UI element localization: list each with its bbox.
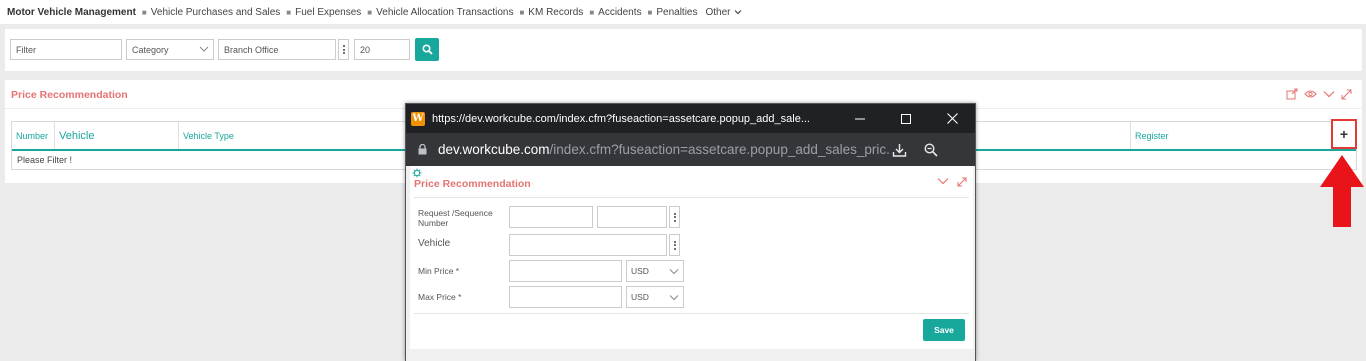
column-label: Vehicle Type <box>183 130 234 141</box>
popup-window: W https://dev.workcube.com/index.cfm?fus… <box>405 103 976 361</box>
workcube-logo: W <box>411 111 425 126</box>
form-title: Price Recommendation <box>414 178 531 190</box>
eye-icon[interactable] <box>1304 89 1317 99</box>
popup-address-bar: dev.workcube.com/index.cfm?fuseaction=as… <box>406 133 975 166</box>
max-price-label: Max Price * <box>418 292 462 302</box>
chevron-down-icon[interactable] <box>1323 90 1335 98</box>
popup-url[interactable]: dev.workcube.com/index.cfm?fuseaction=as… <box>438 142 890 157</box>
max-price-currency-select[interactable]: USD <box>626 286 684 308</box>
empty-message: Please Filter ! <box>17 155 73 165</box>
category-value: Category <box>132 44 169 55</box>
popup-window-title: https://dev.workcube.com/index.cfm?fusea… <box>432 112 810 125</box>
close-icon <box>946 113 958 124</box>
nav-item-penalties[interactable]: ■ Penalties <box>648 7 698 18</box>
branch-office-placeholder: Branch Office <box>224 44 279 55</box>
min-price-input[interactable] <box>509 260 622 282</box>
filter-panel: Filter Category Branch Office 20 <box>5 29 1362 71</box>
nav-item-accidents[interactable]: ■ Accidents <box>589 7 641 18</box>
nav-item-label: Fuel Expenses <box>295 6 362 18</box>
nav-item-label: Vehicle Allocation Transactions <box>376 6 514 18</box>
page-size-value: 20 <box>360 44 371 55</box>
popup-title-bar: W https://dev.workcube.com/index.cfm?fus… <box>406 104 975 133</box>
nav-item-label: KM Records <box>528 6 584 18</box>
chevron-down-icon <box>199 46 209 52</box>
column-label: Number <box>16 130 49 141</box>
nav-other-label: Other <box>705 6 731 18</box>
nav-item-label: Penalties <box>656 6 698 18</box>
search-icon <box>421 44 433 55</box>
expand-icon[interactable] <box>957 177 967 187</box>
column-number[interactable]: Number <box>12 122 54 149</box>
module-title[interactable]: Motor Vehicle Management <box>7 7 136 18</box>
vehicle-label: Vehicle <box>418 238 451 249</box>
top-nav: Motor Vehicle Management ■ Vehicle Purcha… <box>0 0 1366 24</box>
download-icon[interactable] <box>892 143 907 157</box>
column-vehicle-type[interactable]: Vehicle Type <box>178 122 408 149</box>
min-price-label: Min Price * <box>418 266 460 276</box>
nav-item-fuel-expenses[interactable]: ■ Fuel Expenses <box>286 7 361 18</box>
category-select[interactable]: Category <box>126 39 214 60</box>
maximize-button[interactable] <box>883 104 929 133</box>
url-path: /index.cfm?fuseaction=assetcare.popup_ad… <box>549 142 890 157</box>
page-size-input[interactable]: 20 <box>354 39 410 60</box>
chevron-down-icon <box>734 10 741 15</box>
gear-icon[interactable] <box>412 168 422 178</box>
panel-toolbar <box>1286 88 1352 100</box>
filter-input[interactable]: Filter <box>10 39 122 60</box>
lock-icon <box>418 144 427 155</box>
add-button[interactable]: + <box>1331 119 1357 149</box>
minimize-icon <box>855 118 865 119</box>
plus-icon: + <box>1339 126 1349 142</box>
popup-body: Price Recommendation Request /Sequence N… <box>406 166 975 361</box>
nav-other-dropdown[interactable]: Other <box>706 7 742 18</box>
url-host: dev.workcube.com <box>438 142 550 157</box>
search-button[interactable] <box>415 38 439 61</box>
request-number-input[interactable] <box>509 206 593 228</box>
price-recommendation-form: Price Recommendation Request /Sequence N… <box>410 166 973 349</box>
nav-item-vehicle-allocation[interactable]: ■ Vehicle Allocation Transactions <box>367 7 513 18</box>
close-button[interactable] <box>929 104 975 133</box>
minimize-button[interactable] <box>837 104 883 133</box>
form-footer-divider <box>414 313 969 314</box>
branch-office-input[interactable]: Branch Office <box>218 39 336 60</box>
sequence-number-input[interactable] <box>597 206 667 228</box>
request-sequence-label: Request /Sequence Number <box>418 208 493 228</box>
nav-item-km-records[interactable]: ■ KM Records <box>519 7 583 18</box>
zoom-icon[interactable] <box>924 142 938 157</box>
chevron-down-icon <box>669 269 679 275</box>
form-toolbar <box>937 177 967 187</box>
min-price-currency-select[interactable]: USD <box>626 260 684 282</box>
maximize-icon <box>901 113 911 124</box>
panel-title: Price Recommendation <box>11 89 128 101</box>
request-picker-button[interactable] <box>669 206 680 228</box>
column-label: Register <box>1135 130 1169 141</box>
column-vehicle[interactable]: Vehicle <box>54 122 178 149</box>
save-button[interactable]: Save <box>923 319 965 341</box>
branch-office-picker-button[interactable] <box>338 39 349 60</box>
nav-item-vehicle-purchases[interactable]: ■ Vehicle Purchases and Sales <box>142 7 280 18</box>
export-icon[interactable] <box>1286 88 1298 100</box>
currency-value: USD <box>631 266 649 276</box>
column-register[interactable]: Register <box>1130 122 1320 149</box>
chevron-down-icon <box>669 295 679 301</box>
nav-item-label: Vehicle Purchases and Sales <box>150 6 281 18</box>
form-divider <box>414 197 969 198</box>
column-label: Vehicle <box>59 129 95 142</box>
arrow-up-icon <box>1320 155 1364 227</box>
currency-value: USD <box>631 292 649 302</box>
vehicle-input[interactable] <box>509 234 667 256</box>
expand-icon[interactable] <box>1341 89 1352 100</box>
max-price-input[interactable] <box>509 286 622 308</box>
filter-placeholder: Filter <box>16 44 36 55</box>
nav-item-label: Accidents <box>598 6 642 18</box>
vehicle-picker-button[interactable] <box>669 234 680 256</box>
chevron-down-icon[interactable] <box>937 177 949 185</box>
